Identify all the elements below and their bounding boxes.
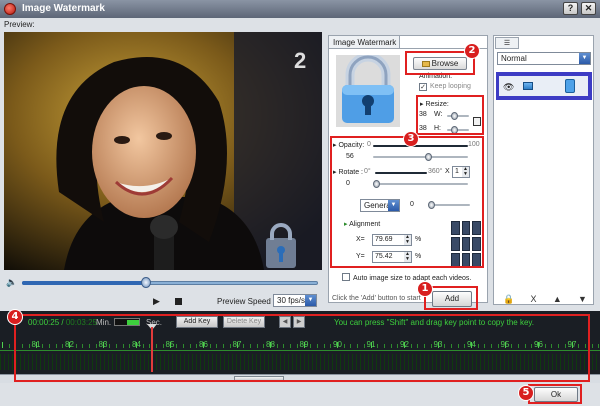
ruler-minor-tick: [591, 344, 593, 348]
play-icon[interactable]: ▶: [153, 296, 160, 307]
preview-speed-value: 30 fps/s: [277, 296, 306, 305]
callout-box-ok: [528, 384, 582, 404]
auto-size-label: Auto image size to adapt each videos.: [353, 275, 472, 282]
callout-box-resize: [416, 95, 484, 135]
preview-label: Preview:: [4, 20, 35, 29]
video-frame-image: 2: [4, 32, 322, 270]
tab-image-watermark[interactable]: Image Watermark: [328, 35, 400, 49]
delete-icon[interactable]: X: [531, 294, 537, 305]
callout-badge-3: 3: [403, 131, 419, 147]
help-button[interactable]: ?: [563, 2, 578, 15]
move-up-icon[interactable]: ▲: [553, 294, 562, 305]
keep-looping-label: Keep looping: [430, 83, 471, 90]
layers-icon: ☰: [503, 40, 511, 47]
close-button[interactable]: ✕: [581, 2, 596, 15]
layer-selection-outline: [496, 72, 592, 100]
callout-box-settings: [330, 136, 484, 268]
checkbox-checked-icon[interactable]: ✓: [419, 83, 427, 91]
ruler-minor-tick: [8, 344, 10, 348]
move-down-icon[interactable]: ▼: [578, 294, 587, 305]
ruler-minor-tick: [598, 344, 600, 348]
callout-badge-1: 1: [417, 281, 433, 297]
title-bar: Image Watermark ? ✕: [0, 0, 600, 18]
chevron-down-icon[interactable]: ▼: [579, 53, 590, 64]
seek-handle[interactable]: [141, 277, 152, 288]
window-title: Image Watermark: [22, 3, 105, 14]
seek-bar[interactable]: 🔈: [6, 276, 318, 290]
callout-badge-5: 5: [518, 385, 534, 401]
layer-tools: 🔒 X ▲ ▼: [503, 294, 587, 305]
layer-blend-select[interactable]: Normal ▼: [497, 52, 591, 65]
auto-size-checkbox[interactable]: Auto image size to adapt each videos.: [342, 273, 471, 282]
preview-speed-label: Preview Speed: [217, 297, 271, 306]
callout-box-timeline: [14, 314, 590, 382]
checkbox-unchecked-icon[interactable]: [342, 273, 350, 281]
keep-looping-checkbox[interactable]: ✓ Keep looping: [419, 83, 471, 91]
lock-icon[interactable]: 🔒: [503, 294, 514, 305]
ruler-major-tick: [2, 342, 3, 348]
click-add-hint: Click the 'Add' button to start: [332, 295, 421, 302]
seek-fill: [22, 281, 147, 285]
video-preview: 2: [4, 32, 322, 270]
layers-tab[interactable]: ☰: [495, 37, 519, 49]
watermark-thumbnail: [336, 52, 400, 127]
callout-badge-2: 2: [464, 43, 480, 59]
app-icon: [4, 3, 16, 15]
svg-text:2: 2: [294, 48, 306, 73]
layer-blend-value: Normal: [501, 54, 527, 63]
preview-speed-select[interactable]: 30 fps/s ▼: [273, 294, 317, 307]
volume-icon[interactable]: 🔈: [6, 277, 17, 288]
stop-icon[interactable]: [175, 298, 182, 305]
callout-badge-4: 4: [7, 309, 23, 325]
chevron-down-icon[interactable]: ▼: [305, 295, 316, 306]
